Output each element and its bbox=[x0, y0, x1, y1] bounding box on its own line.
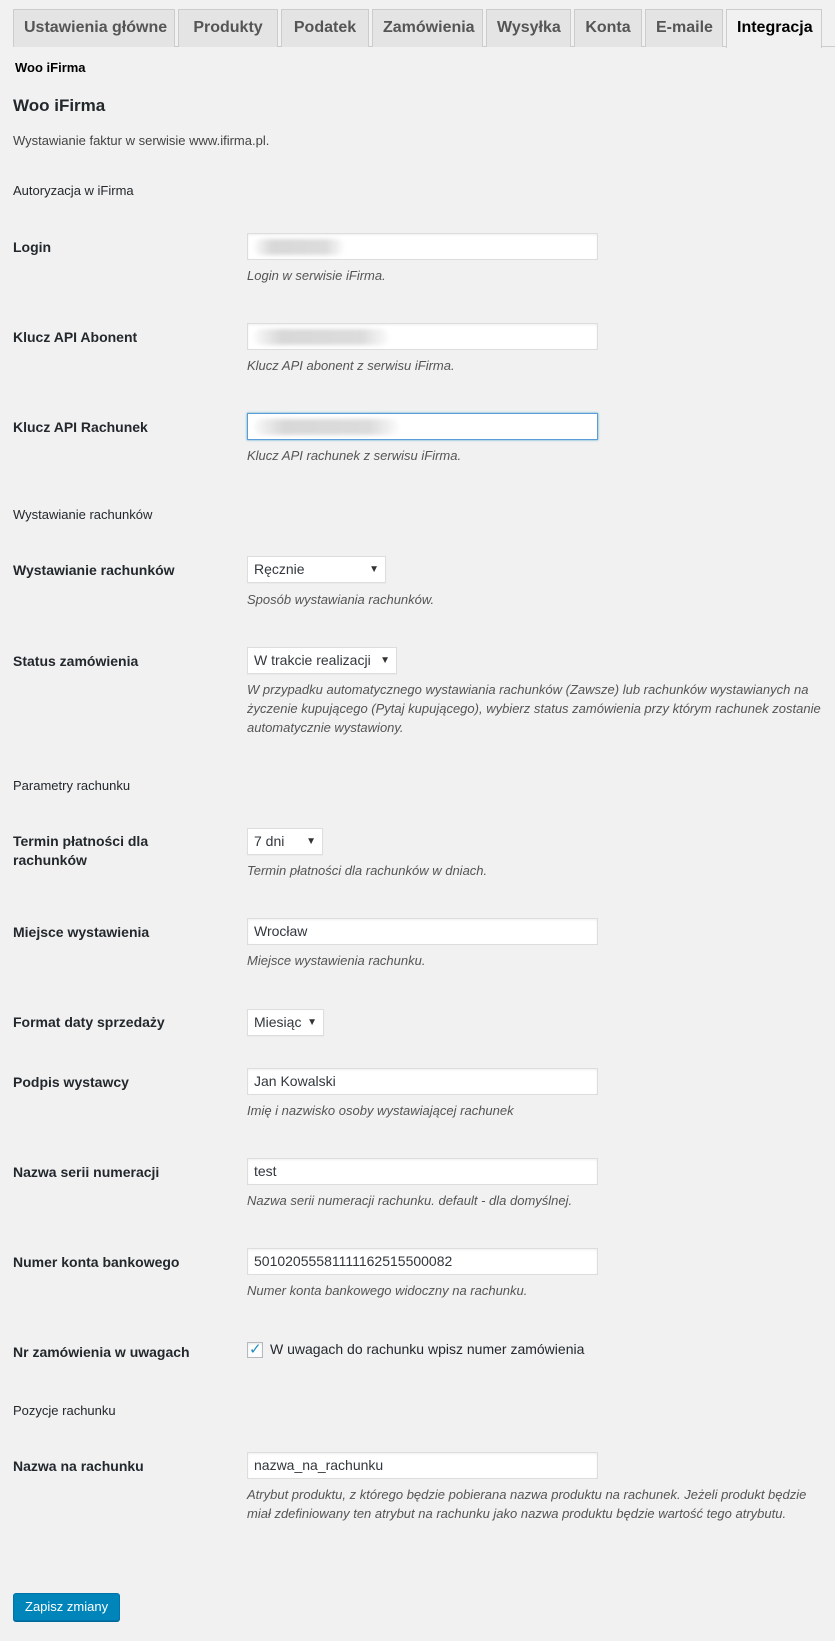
bank-account-field[interactable]: 50102055581111162515500082 bbox=[247, 1248, 598, 1275]
series-name-field[interactable]: test bbox=[247, 1158, 598, 1185]
invoice-name-label: Nazwa na rachunku bbox=[13, 1458, 144, 1474]
section-heading-invoicing: Wystawianie rachunków bbox=[13, 507, 153, 522]
invoice-name-field[interactable]: nazwa_na_rachunku bbox=[247, 1452, 598, 1479]
login-label: Login bbox=[13, 239, 52, 255]
tab-products[interactable]: Produkty bbox=[178, 9, 278, 47]
tab-emails[interactable]: E-maile bbox=[645, 9, 723, 47]
issuer-signature-label: Podpis wystawcy bbox=[13, 1074, 129, 1090]
tab-tax[interactable]: Podatek bbox=[281, 9, 369, 47]
order-status-label: Status zamówienia bbox=[13, 653, 139, 669]
invoicing-mode-select[interactable]: Ręcznie ▼ bbox=[247, 556, 386, 583]
payment-term-select[interactable]: 7 dni ▼ bbox=[247, 828, 323, 855]
intro-text: Wystawianie faktur w serwisie www.ifirma… bbox=[13, 133, 270, 148]
issue-place-label: Miejsce wystawienia bbox=[13, 924, 150, 940]
series-name-label: Nazwa serii numeracji bbox=[13, 1164, 160, 1180]
issue-place-field[interactable]: Wrocław bbox=[247, 918, 598, 945]
invoicing-mode-description: Sposób wystawiania rachunków. bbox=[247, 592, 435, 607]
series-name-description: Nazwa serii numeracji rachunku. default … bbox=[247, 1193, 573, 1208]
page-title: Woo iFirma bbox=[13, 96, 106, 115]
api-abonent-label: Klucz API Abonent bbox=[13, 329, 138, 345]
section-heading-items: Pozycje rachunku bbox=[13, 1403, 116, 1418]
integration-sublink[interactable]: Woo iFirma bbox=[15, 60, 86, 75]
checkmark-icon: ✓ bbox=[249, 1341, 262, 1358]
tab-shipping[interactable]: Wysyłka bbox=[486, 9, 571, 47]
order-status-select[interactable]: W trakcie realizacji ▼ bbox=[247, 647, 397, 674]
issuer-signature-description: Imię i nazwisko osoby wystawiającej rach… bbox=[247, 1103, 514, 1118]
order-in-notes-checkbox-label[interactable]: W uwagach do rachunku wpisz numer zamówi… bbox=[270, 1341, 584, 1357]
chevron-down-icon: ▼ bbox=[369, 564, 379, 575]
settings-tabs: Ustawienia główne Produkty Podatek Zamów… bbox=[13, 8, 835, 48]
tab-integration[interactable]: Integracja bbox=[726, 9, 822, 48]
issue-place-description: Miejsce wystawienia rachunku. bbox=[247, 953, 426, 968]
order-in-notes-checkbox[interactable]: ✓ bbox=[247, 1341, 263, 1358]
bank-account-description: Numer konta bankowego widoczny na rachun… bbox=[247, 1283, 528, 1298]
tab-general[interactable]: Ustawienia główne bbox=[13, 9, 175, 47]
invoicing-mode-label: Wystawianie rachunków bbox=[13, 562, 175, 578]
redacted-mask bbox=[254, 419, 399, 435]
login-field[interactable] bbox=[247, 233, 598, 260]
section-heading-params: Parametry rachunku bbox=[13, 778, 131, 793]
tab-orders[interactable]: Zamówienia bbox=[372, 9, 483, 47]
redacted-mask bbox=[254, 329, 389, 345]
payment-term-description: Termin płatności dla rachunków w dniach. bbox=[247, 863, 488, 878]
login-description: Login w serwisie iFirma. bbox=[247, 268, 386, 283]
redacted-mask bbox=[254, 239, 344, 255]
issuer-signature-field[interactable]: Jan Kowalski bbox=[247, 1068, 598, 1095]
invoice-name-description: Atrybut produktu, z którego będzie pobie… bbox=[247, 1487, 807, 1521]
chevron-down-icon: ▼ bbox=[380, 655, 390, 666]
sale-date-format-label: Format daty sprzedaży bbox=[13, 1014, 165, 1030]
tab-accounts[interactable]: Konta bbox=[574, 9, 642, 47]
order-in-notes-label: Nr zamówienia w uwagach bbox=[13, 1344, 190, 1360]
api-rachunek-field[interactable] bbox=[247, 413, 598, 440]
api-abonent-field[interactable] bbox=[247, 323, 598, 350]
api-rachunek-label: Klucz API Rachunek bbox=[13, 419, 148, 435]
payment-term-label: Termin płatności dla rachunków bbox=[13, 833, 149, 868]
chevron-down-icon: ▼ bbox=[307, 1017, 317, 1028]
api-abonent-description: Klucz API abonent z serwisu iFirma. bbox=[247, 358, 455, 373]
section-heading-auth: Autoryzacja w iFirma bbox=[13, 183, 134, 198]
order-status-description: W przypadku automatycznego wystawiania r… bbox=[247, 682, 821, 735]
chevron-down-icon: ▼ bbox=[306, 836, 316, 847]
bank-account-label: Numer konta bankowego bbox=[13, 1254, 180, 1270]
save-button[interactable]: Zapisz zmiany bbox=[13, 1593, 121, 1621]
sale-date-format-select[interactable]: Miesiąc ▼ bbox=[247, 1009, 324, 1036]
api-rachunek-description: Klucz API rachunek z serwisu iFirma. bbox=[247, 448, 462, 463]
